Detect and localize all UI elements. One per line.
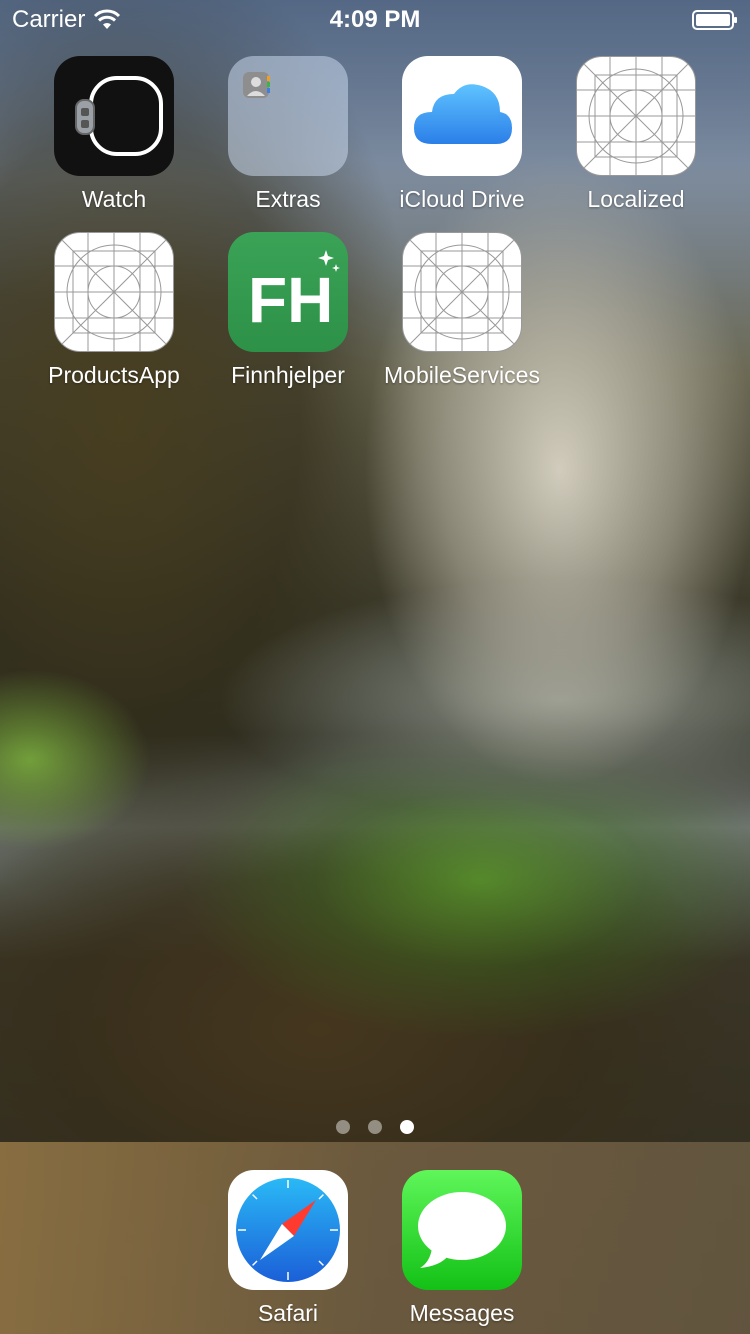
messages-icon bbox=[402, 1170, 522, 1290]
safari-icon bbox=[228, 1170, 348, 1290]
app-label: Watch bbox=[81, 186, 147, 212]
icloud-drive-icon bbox=[402, 56, 522, 176]
dock-app-messages[interactable]: Messages bbox=[375, 1170, 549, 1327]
app-label: Finnhjelper bbox=[231, 362, 345, 388]
status-bar: Carrier 4:09 PM bbox=[0, 0, 750, 40]
folder-icon bbox=[228, 56, 348, 176]
watch-app-icon bbox=[54, 56, 174, 176]
app-label: Localized bbox=[587, 186, 685, 212]
finnhjelper-icon: FH bbox=[228, 232, 348, 352]
placeholder-app-icon bbox=[54, 232, 174, 352]
app-icloud-drive[interactable]: iCloud Drive bbox=[375, 56, 549, 213]
app-label: MobileServices bbox=[384, 362, 540, 388]
app-label: Extras bbox=[255, 186, 321, 212]
app-finnhjelper[interactable]: FH Finnhjelper bbox=[201, 232, 375, 389]
status-time: 4:09 PM bbox=[329, 6, 421, 33]
dock-app-safari[interactable]: Safari bbox=[201, 1170, 375, 1327]
app-folder-extras[interactable]: Extras bbox=[201, 56, 375, 213]
app-label: Messages bbox=[409, 1300, 515, 1326]
finnhjelper-icon-text: FH bbox=[248, 264, 333, 336]
app-label: iCloud Drive bbox=[399, 186, 525, 212]
app-label: ProductsApp bbox=[48, 362, 180, 388]
placeholder-app-icon bbox=[402, 232, 522, 352]
app-productsapp[interactable]: ProductsApp bbox=[27, 232, 201, 389]
page-dot-current[interactable] bbox=[400, 1120, 414, 1134]
app-mobileservices[interactable]: MobileServices bbox=[375, 232, 549, 389]
page-indicator[interactable] bbox=[0, 1120, 750, 1134]
home-screen: Carrier 4:09 PM Watch Extras iCloud Driv… bbox=[0, 0, 750, 1334]
page-dot[interactable] bbox=[368, 1120, 382, 1134]
page-dot[interactable] bbox=[336, 1120, 350, 1134]
battery-icon bbox=[692, 10, 737, 30]
app-label: Safari bbox=[257, 1300, 319, 1326]
dock: Safari Messages bbox=[0, 1142, 750, 1334]
app-watch[interactable]: Watch bbox=[27, 56, 201, 213]
app-localized[interactable]: Localized bbox=[549, 56, 723, 213]
placeholder-app-icon bbox=[576, 56, 696, 176]
